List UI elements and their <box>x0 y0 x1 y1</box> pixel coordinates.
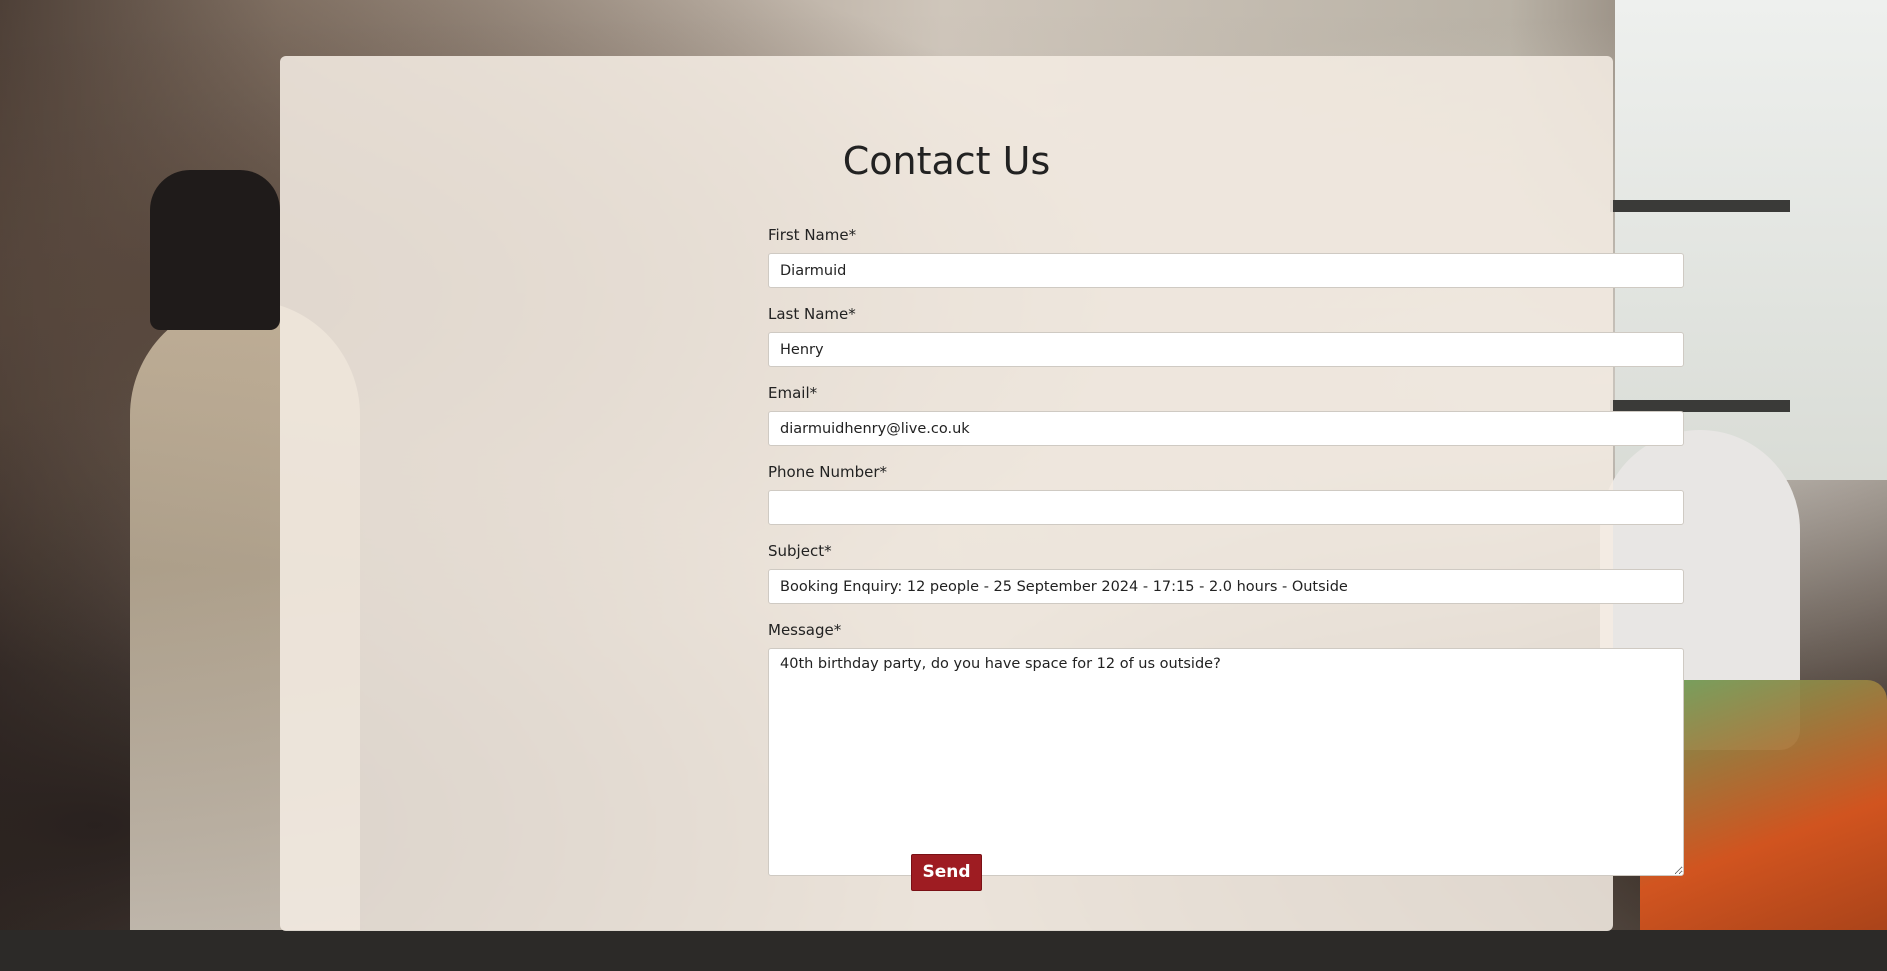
first-name-label: First Name* <box>768 226 857 244</box>
background-photo-shelf <box>1610 200 1790 212</box>
message-label: Message* <box>768 621 842 639</box>
send-button-container: Send <box>280 854 1613 891</box>
last-name-field-group: Last Name* <box>768 305 1684 367</box>
first-name-input[interactable] <box>768 253 1684 288</box>
phone-input[interactable] <box>768 490 1684 525</box>
subject-label: Subject* <box>768 542 832 560</box>
subject-field-group: Subject* <box>768 542 1684 604</box>
contact-form-card: Contact Us First Name* Last Name* Email*… <box>280 56 1684 931</box>
background-photo-floor <box>0 930 1887 971</box>
contact-form: First Name* Last Name* Email* Phone Numb… <box>768 226 1684 876</box>
phone-field-group: Phone Number* <box>768 463 1684 525</box>
background-photo-person-shirt <box>150 170 280 330</box>
email-input[interactable] <box>768 411 1684 446</box>
subject-input[interactable] <box>768 569 1684 604</box>
send-button[interactable]: Send <box>911 854 982 891</box>
first-name-field-group: First Name* <box>768 226 1684 288</box>
last-name-input[interactable] <box>768 332 1684 367</box>
message-textarea[interactable]: 40th birthday party, do you have space f… <box>768 648 1684 876</box>
message-field-group: Message* 40th birthday party, do you hav… <box>768 621 1684 876</box>
last-name-label: Last Name* <box>768 305 856 323</box>
phone-label: Phone Number* <box>768 463 887 481</box>
email-field-group: Email* <box>768 384 1684 446</box>
email-label: Email* <box>768 384 818 402</box>
page-title: Contact Us <box>842 139 1051 183</box>
